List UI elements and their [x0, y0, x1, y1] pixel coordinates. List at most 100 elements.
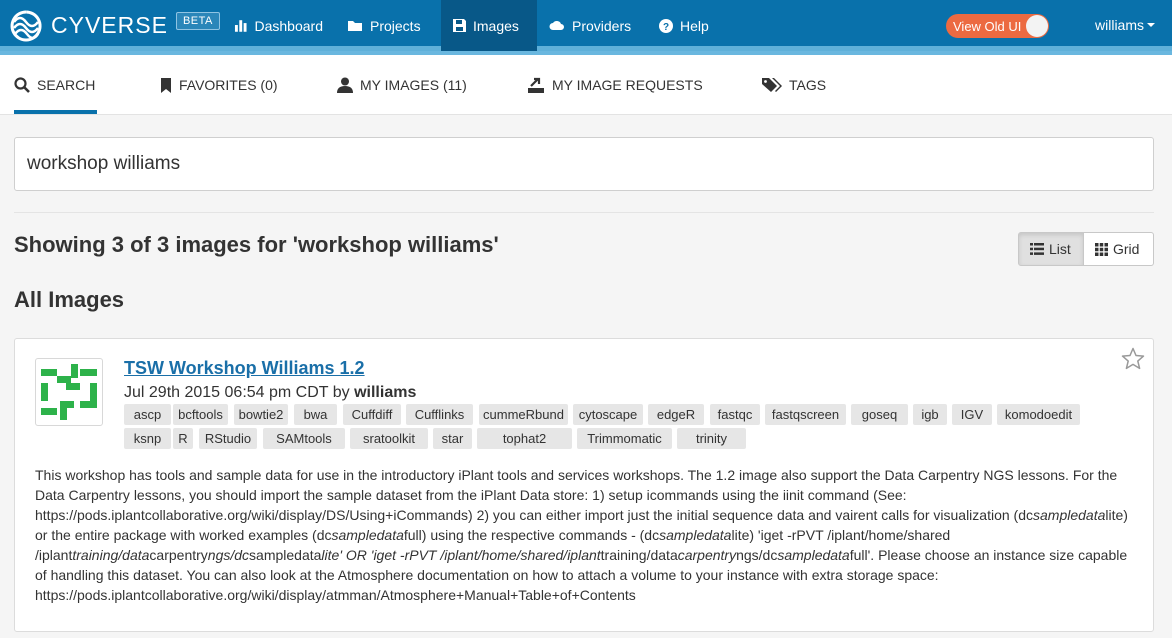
tag-chip[interactable]: bowtie2 [234, 404, 288, 425]
tags-icon [762, 78, 782, 92]
tab-tags[interactable]: TAGS [762, 55, 826, 115]
nav-item-label: Dashboard [254, 17, 324, 34]
tag-chip[interactable]: tophat2 [477, 428, 572, 449]
list-view-button[interactable]: List [1018, 232, 1084, 266]
nav-item-providers[interactable]: Providers [537, 0, 647, 51]
tag-chip[interactable]: R [173, 428, 193, 449]
tag-chip[interactable]: komodoedit [997, 404, 1080, 425]
description-text: sampledata [331, 527, 404, 543]
tab-label: TAGS [789, 77, 827, 93]
description-text: This workshop has tools and sample data … [35, 467, 1118, 523]
description-text: carpentry [677, 547, 737, 563]
view-old-ui-toggle[interactable]: View Old UI [946, 14, 1049, 38]
question-circle-icon: ? [659, 18, 673, 33]
tag-chip[interactable]: trinity [677, 428, 746, 449]
description-text: ngs/dc [207, 547, 250, 563]
folder-icon [348, 21, 362, 31]
nav-item-images[interactable]: Images [441, 0, 537, 51]
tab-my-image-requests[interactable]: MY IMAGE REQUESTS [528, 55, 703, 115]
search-input[interactable] [14, 137, 1154, 191]
description-text: training/data [72, 547, 150, 563]
description-text: full) using the respective commands - (d… [403, 527, 660, 543]
image-title-link[interactable]: TSW Workshop Williams 1.2 [124, 358, 365, 379]
tag-chip[interactable]: edgeR [648, 404, 704, 425]
nav-item-label: Images [473, 17, 519, 34]
image-meta: Jul 29th 2015 06:54 pm CDT by williams [124, 384, 416, 402]
nav-item-help[interactable]: ? Help [647, 0, 727, 51]
tag-chip[interactable]: fastqscreen [765, 404, 846, 425]
nav-item-label: Providers [572, 17, 632, 34]
user-menu[interactable]: williams [1095, 17, 1155, 33]
tab-label: FAVORITES (0) [179, 77, 278, 93]
main-nav: Dashboard Projects Images Providers ? He… [222, 0, 727, 51]
tag-chip[interactable]: ksnp [124, 428, 171, 449]
image-tabs: SEARCH FAVORITES (0) MY IMAGES (11) MY I… [0, 55, 1172, 115]
tag-chip[interactable]: bcftools [173, 404, 228, 425]
username: williams [1095, 17, 1144, 33]
tag-chip[interactable]: cummeRbund [479, 404, 568, 425]
tag-chip[interactable]: igb [913, 404, 947, 425]
search-icon [14, 77, 30, 93]
image-card: TSW Workshop Williams 1.2 Jul 29th 2015 … [14, 338, 1154, 632]
nav-item-label: Projects [370, 17, 421, 34]
tab-label: MY IMAGE REQUESTS [552, 77, 703, 93]
nav-item-label: Help [680, 17, 709, 34]
tag-chip[interactable]: IGV [952, 404, 992, 425]
description-text: sampledata [1033, 507, 1106, 523]
tag-chip[interactable]: Cuffdiff [343, 404, 401, 425]
toggle-knob [1026, 15, 1048, 37]
tag-chip[interactable]: goseq [851, 404, 908, 425]
tab-search[interactable]: SEARCH [14, 55, 95, 115]
divider [14, 212, 1154, 213]
by-label: by [332, 384, 350, 401]
image-date: Jul 29th 2015 06:54 pm CDT [124, 384, 329, 401]
tab-label: MY IMAGES (11) [360, 77, 467, 93]
tag-chip[interactable]: bwa [294, 404, 337, 425]
grid-icon [1095, 242, 1108, 256]
description-text: lite' OR 'iget -rPVT /iplant/home/shared… [321, 547, 601, 563]
brand-name: CYVERSE [51, 11, 168, 38]
identicon-icon [41, 364, 97, 420]
description-text: sampledata [777, 547, 850, 563]
floppy-disk-icon [453, 19, 466, 32]
active-tab-indicator [14, 110, 97, 114]
cloud-icon [549, 20, 564, 30]
tag-chip[interactable]: Cufflinks [406, 404, 473, 425]
tag-chip[interactable]: fastqc [710, 404, 760, 425]
bookmark-icon [161, 77, 171, 93]
tag-chip[interactable]: ascp [124, 404, 171, 425]
tab-favorites[interactable]: FAVORITES (0) [160, 55, 278, 115]
tab-label: SEARCH [37, 77, 96, 93]
nav-item-dashboard[interactable]: Dashboard [222, 0, 335, 51]
cyverse-logo-icon [10, 10, 42, 42]
tag-chip[interactable]: sratoolkit [350, 428, 428, 449]
caret-down-icon [1147, 23, 1155, 27]
tag-chip[interactable]: star [433, 428, 472, 449]
image-identicon [35, 358, 103, 426]
export-icon [528, 77, 544, 93]
tag-chip[interactable]: RStudio [199, 428, 257, 449]
description-text: training/data [600, 547, 678, 563]
tag-chip[interactable]: cytoscape [573, 404, 643, 425]
view-old-ui-label: View Old UI [953, 18, 1022, 34]
tag-chip[interactable]: SAMtools [263, 428, 345, 449]
bar-chart-icon [234, 20, 247, 32]
favorite-star-icon[interactable] [1121, 347, 1145, 370]
image-author: williams [354, 384, 417, 401]
results-summary: Showing 3 of 3 images for 'workshop will… [14, 232, 499, 257]
tag-chip[interactable]: Trimmomatic [577, 428, 672, 449]
nav-item-projects[interactable]: Projects [335, 0, 441, 51]
section-title: All Images [14, 287, 125, 312]
description-text: sampledata [659, 527, 732, 543]
description-text: carpentry [149, 547, 208, 563]
description-text: sampledata [249, 547, 322, 563]
view-toggle: List Grid [1018, 232, 1154, 266]
brand[interactable]: CYVERSE BETA [8, 8, 220, 42]
svg-text:?: ? [663, 22, 669, 33]
list-icon [1030, 243, 1044, 255]
list-view-label: List [1049, 241, 1071, 257]
user-icon [337, 77, 353, 93]
tab-my-images[interactable]: MY IMAGES (11) [337, 55, 467, 115]
grid-view-button[interactable]: Grid [1084, 232, 1154, 266]
beta-badge: BETA [175, 12, 220, 30]
